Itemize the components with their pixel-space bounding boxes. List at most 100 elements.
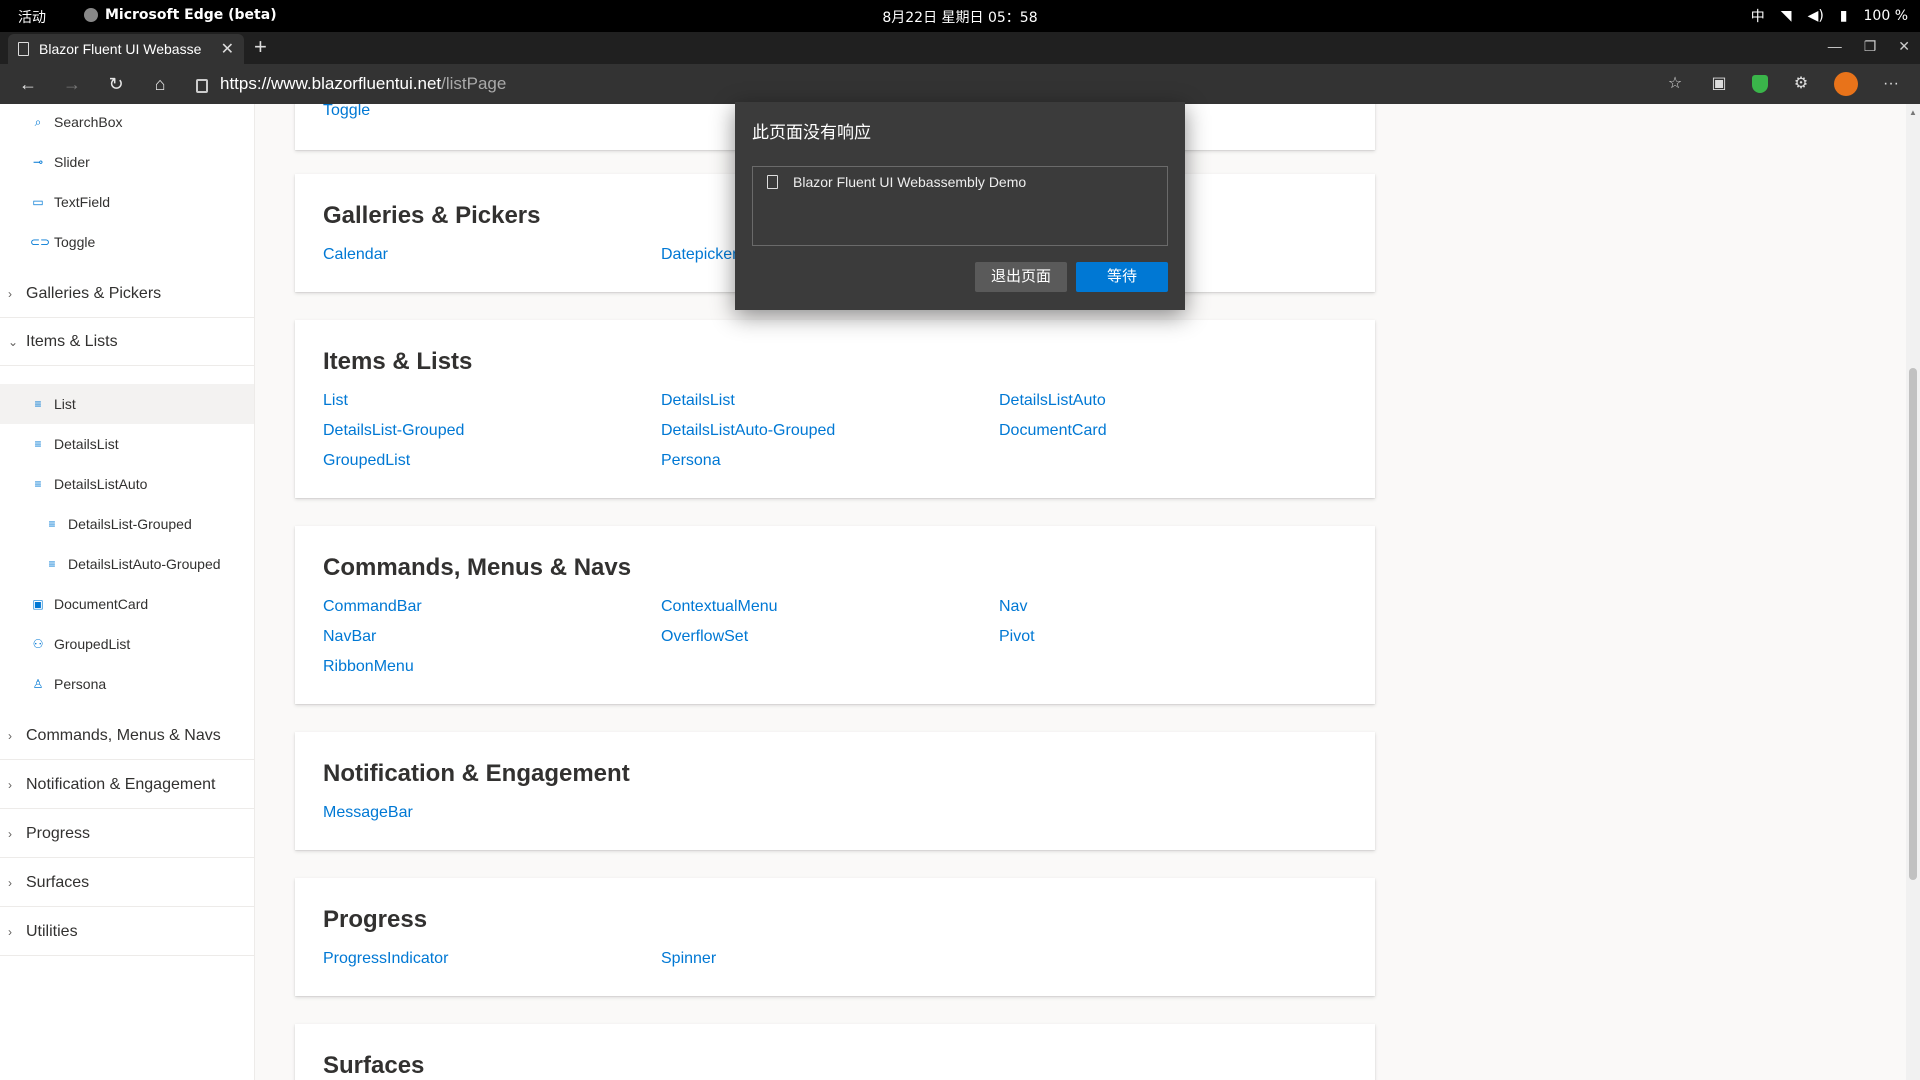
chevron-right-icon: › xyxy=(8,286,12,301)
sidebar-item-documentcard[interactable]: ▣ DocumentCard xyxy=(0,584,254,624)
link-commandbar[interactable]: CommandBar xyxy=(323,598,422,616)
link-groupedlist[interactable]: GroupedList xyxy=(323,452,410,470)
wifi-icon: ◥ xyxy=(1780,8,1792,24)
sidebar-item-detailslistauto-grouped[interactable]: ≡ DetailsListAuto-Grouped xyxy=(0,544,254,584)
toggle-icon: ⊂⊃ xyxy=(30,235,51,249)
sidebar-item-searchbox[interactable]: ⌕ SearchBox xyxy=(0,104,254,142)
link-detailslistauto-grouped[interactable]: DetailsListAuto-Grouped xyxy=(661,422,835,440)
input-method-indicator[interactable]: 中 xyxy=(1751,6,1765,26)
link-navbar[interactable]: NavBar xyxy=(323,628,376,646)
more-menu-icon[interactable]: ··· xyxy=(1880,73,1902,95)
sidebar-nav: ⌕ SearchBox ⊸ Slider ▭ TextField ⊂⊃ Toggle ›… xyxy=(0,104,255,1080)
slider-icon: ⊸ xyxy=(32,155,44,169)
section-title: Commands, Menus & Navs xyxy=(323,554,632,581)
link-documentcard[interactable]: DocumentCard xyxy=(999,422,1107,440)
profile-avatar[interactable] xyxy=(1834,72,1858,96)
sidebar-item-slider[interactable]: ⊸ Slider xyxy=(0,142,254,182)
lock-icon[interactable] xyxy=(196,79,208,93)
list-icon: ≡ xyxy=(34,437,42,451)
tab-strip: Blazor Fluent UI Webasse ✕ + — ❐ ✕ xyxy=(0,32,1920,64)
sidebar-item-label: DetailsListAuto-Grouped xyxy=(68,556,221,572)
browser-tab[interactable]: Blazor Fluent UI Webasse ✕ xyxy=(8,34,244,64)
link-detailslist-grouped[interactable]: DetailsList-Grouped xyxy=(323,422,464,440)
battery-percent: 100 % xyxy=(1863,8,1908,24)
restore-icon[interactable]: ❐ xyxy=(1864,38,1877,55)
sidebar-group-surfaces[interactable]: › Surfaces xyxy=(0,859,254,907)
sidebar-item-list[interactable]: ≡ List xyxy=(0,384,254,424)
sidebar-item-label: DetailsListAuto xyxy=(54,476,148,492)
card-progress: Progress ProgressIndicator Spinner xyxy=(295,878,1375,996)
sidebar-group-commands[interactable]: › Commands, Menus & Navs xyxy=(0,712,254,760)
address-bar[interactable]: https://www.blazorfluentui.net/listPage xyxy=(196,69,1646,99)
new-tab-button[interactable]: + xyxy=(254,36,267,58)
url-host: https://www.blazorfluentui.net xyxy=(220,74,442,93)
exit-page-button[interactable]: 退出页面 xyxy=(975,262,1067,292)
link-contextualmenu[interactable]: ContextualMenu xyxy=(661,598,778,616)
back-arrow-icon[interactable]: ← xyxy=(16,72,40,96)
sidebar-group-label: Progress xyxy=(26,824,91,842)
sidebar-item-detailslist-grouped[interactable]: ≡ DetailsList-Grouped xyxy=(0,504,254,544)
chevron-right-icon: › xyxy=(8,875,12,890)
close-tab-icon[interactable]: ✕ xyxy=(221,39,234,59)
link-list[interactable]: List xyxy=(323,392,348,410)
link-datepicker[interactable]: Datepicker xyxy=(661,246,737,264)
refresh-icon[interactable]: ↻ xyxy=(104,72,128,96)
dialog-title: 此页面没有响应 xyxy=(752,123,871,142)
app-name: Microsoft Edge (beta) xyxy=(105,7,277,23)
card-surfaces: Surfaces xyxy=(295,1024,1375,1080)
link-ribbonmenu[interactable]: RibbonMenu xyxy=(323,658,414,676)
link-calendar[interactable]: Calendar xyxy=(323,246,388,264)
link-detailslist[interactable]: DetailsList xyxy=(661,392,735,410)
sidebar-item-label: Slider xyxy=(54,154,90,170)
link-persona[interactable]: Persona xyxy=(661,452,721,470)
sidebar-item-label: SearchBox xyxy=(54,114,123,130)
shield-extension-icon[interactable] xyxy=(1752,75,1768,93)
reading-view-icon[interactable]: ▣ xyxy=(1708,73,1730,95)
chevron-right-icon: › xyxy=(8,826,12,841)
volume-icon: ◀) xyxy=(1807,8,1824,24)
edge-icon xyxy=(84,8,98,22)
clock[interactable]: 8月22日 星期日 05：58 xyxy=(0,7,1920,27)
sidebar-group-galleries[interactable]: › Galleries & Pickers xyxy=(0,270,254,318)
window-controls: — ❐ ✕ xyxy=(1828,38,1910,55)
sidebar-item-detailslistauto[interactable]: ≡ DetailsListAuto xyxy=(0,464,254,504)
sidebar-item-label: DocumentCard xyxy=(54,596,149,612)
scrollbar-thumb[interactable] xyxy=(1909,368,1917,880)
wait-button[interactable]: 等待 xyxy=(1076,262,1168,292)
extensions-icon[interactable]: ⚙ xyxy=(1790,73,1812,95)
forward-arrow-icon[interactable]: → xyxy=(60,72,84,96)
sidebar-item-toggle[interactable]: ⊂⊃ Toggle xyxy=(0,222,254,262)
minimize-icon[interactable]: — xyxy=(1828,38,1842,55)
link-toggle[interactable]: Toggle xyxy=(323,104,370,120)
list-icon: ≡ xyxy=(48,557,56,571)
sidebar-item-label: Persona xyxy=(54,676,107,692)
sidebar-group-label: Items & Lists xyxy=(26,332,118,350)
page-scrollbar[interactable]: ▲ xyxy=(1906,104,1920,1080)
sidebar-group-notification[interactable]: › Notification & Engagement xyxy=(0,761,254,809)
sidebar-item-detailslist[interactable]: ≡ DetailsList xyxy=(0,424,254,464)
list-icon: ≡ xyxy=(34,397,42,411)
sidebar-item-label: TextField xyxy=(54,194,111,210)
link-pivot[interactable]: Pivot xyxy=(999,628,1035,646)
link-overflowset[interactable]: OverflowSet xyxy=(661,628,748,646)
link-progressindicator[interactable]: ProgressIndicator xyxy=(323,950,448,968)
app-menu[interactable]: Microsoft Edge (beta) xyxy=(84,7,277,23)
sidebar-item-groupedlist[interactable]: ⚇ GroupedList xyxy=(0,624,254,664)
link-detailslistauto[interactable]: DetailsListAuto xyxy=(999,392,1106,410)
scroll-up-icon[interactable]: ▲ xyxy=(1909,108,1917,117)
sidebar-item-persona[interactable]: ♙ Persona xyxy=(0,664,254,704)
activities-button[interactable]: 活动 xyxy=(18,7,46,27)
add-favorite-icon[interactable]: ☆ xyxy=(1664,73,1686,95)
sidebar-group-utilities[interactable]: › Utilities xyxy=(0,908,254,956)
sidebar-item-textfield[interactable]: ▭ TextField xyxy=(0,182,254,222)
sidebar-group-items-lists[interactable]: ⌄ Items & Lists xyxy=(0,318,254,366)
link-messagebar[interactable]: MessageBar xyxy=(323,804,413,822)
system-tray[interactable]: 中 ◥ ◀) ▮ 100 % xyxy=(1751,6,1908,26)
close-window-icon[interactable]: ✕ xyxy=(1898,38,1910,55)
system-top-bar: 活动 Microsoft Edge (beta) 8月22日 星期日 05：58… xyxy=(0,0,1920,32)
sidebar-group-progress[interactable]: › Progress xyxy=(0,810,254,858)
sidebar-group-label: Commands, Menus & Navs xyxy=(26,726,221,744)
home-icon[interactable]: ⌂ xyxy=(148,72,172,96)
link-spinner[interactable]: Spinner xyxy=(661,950,716,968)
link-nav[interactable]: Nav xyxy=(999,598,1027,616)
